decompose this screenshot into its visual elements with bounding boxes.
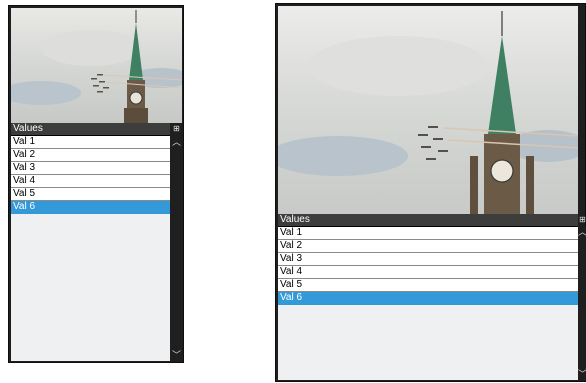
chevron-down-icon[interactable]: ﹀ [170,349,183,361]
list-item[interactable]: Val 4 [278,266,578,279]
list-header: Values [278,214,578,227]
list-item[interactable]: Val 3 [11,162,170,175]
list-item[interactable]: Val 2 [11,149,170,162]
list-item[interactable]: Val 5 [278,279,578,292]
list-item[interactable]: Val 3 [278,253,578,266]
list-header: Values [11,123,170,136]
list-item-selected[interactable]: Val 6 [11,201,170,214]
chevron-up-icon[interactable]: ︿ [170,136,183,148]
list-item[interactable]: Val 1 [278,227,578,240]
vertical-scrollbar[interactable]: ︿ ﹀ [170,136,183,361]
values-list[interactable]: Values Val 1 Val 2 Val 3 Val 4 Val 5 Val… [278,214,578,380]
list-item[interactable]: Val 4 [11,175,170,188]
list-empty-area [11,214,170,361]
chevron-up-icon[interactable]: ︿ [578,226,586,238]
vertical-scrollbar[interactable]: ︿ ﹀ [578,226,586,380]
expand-icon[interactable]: ⊞ [578,215,586,224]
expand-icon[interactable]: ⊞ [172,124,181,133]
tower-photo [11,8,182,123]
list-empty-area [278,305,578,380]
list-item[interactable]: Val 1 [11,136,170,149]
list-item[interactable]: Val 5 [11,188,170,201]
list-item[interactable]: Val 2 [278,240,578,253]
tower-photo [278,6,578,214]
values-list[interactable]: Values Val 1 Val 2 Val 3 Val 4 Val 5 Val… [11,123,170,361]
chevron-down-icon[interactable]: ﹀ [578,368,586,380]
left-panel: Values Val 1 Val 2 Val 3 Val 4 Val 5 Val… [8,5,184,363]
right-panel: Values Val 1 Val 2 Val 3 Val 4 Val 5 Val… [275,3,586,382]
list-item-selected[interactable]: Val 6 [278,292,578,305]
